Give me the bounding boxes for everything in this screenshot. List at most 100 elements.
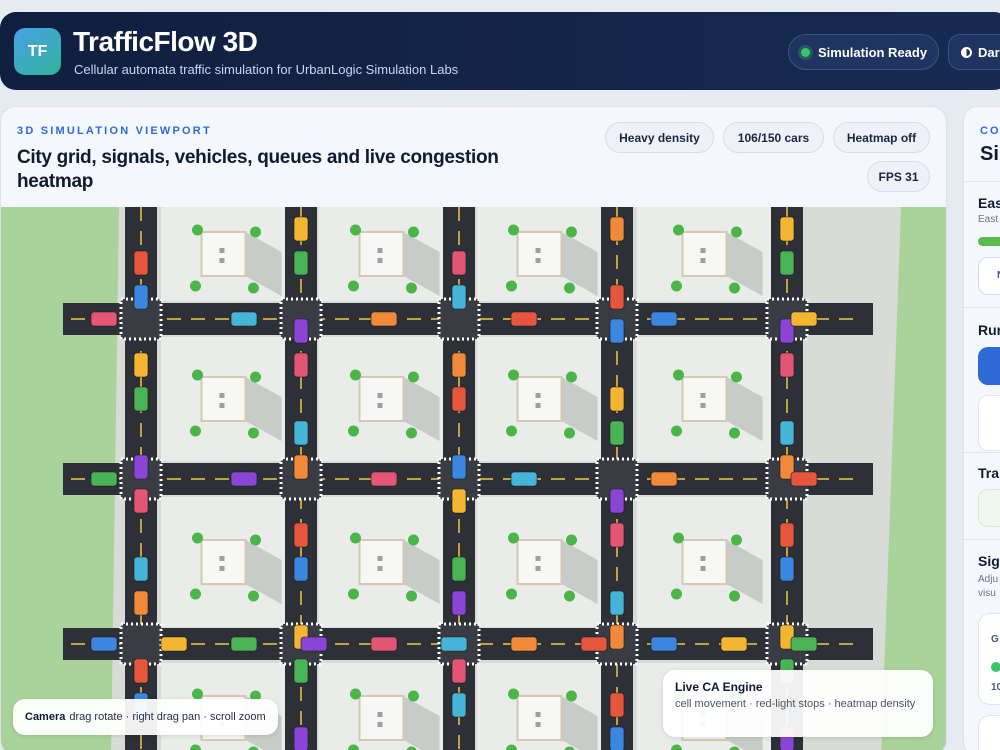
tree bbox=[248, 590, 259, 602]
vehicle bbox=[451, 454, 467, 480]
vehicle bbox=[90, 311, 118, 327]
run-button[interactable] bbox=[978, 347, 1000, 385]
vehicle bbox=[370, 471, 398, 487]
vehicle bbox=[451, 386, 467, 412]
app-header: TF TrafficFlow 3D Cellular automata traf… bbox=[0, 12, 1000, 90]
tree bbox=[408, 371, 419, 383]
signal-card[interactable]: G 10 bbox=[978, 613, 1000, 705]
vehicle bbox=[230, 471, 258, 487]
building-window bbox=[377, 403, 383, 408]
building-window bbox=[535, 722, 541, 727]
vehicle bbox=[300, 636, 328, 652]
vehicle bbox=[90, 636, 118, 652]
vehicle bbox=[609, 284, 625, 310]
vehicle bbox=[779, 216, 795, 242]
vehicle bbox=[293, 352, 309, 378]
vehicle bbox=[133, 556, 149, 582]
tree bbox=[673, 532, 684, 544]
tree bbox=[192, 532, 203, 544]
vehicle bbox=[510, 311, 538, 327]
building bbox=[200, 539, 247, 585]
vehicle bbox=[720, 636, 748, 652]
camera-hint-label: Camera bbox=[25, 711, 66, 723]
signal-card-label: G bbox=[991, 634, 999, 645]
tree bbox=[731, 226, 742, 238]
building-window bbox=[377, 258, 383, 263]
panel-title: Si bbox=[980, 143, 999, 165]
tree bbox=[192, 224, 203, 236]
building bbox=[358, 231, 405, 277]
vehicle bbox=[779, 522, 795, 548]
vehicle bbox=[609, 692, 625, 718]
vehicle bbox=[230, 636, 258, 652]
building-window bbox=[535, 248, 541, 253]
building-window bbox=[700, 248, 706, 253]
tree bbox=[190, 280, 201, 292]
vehicle bbox=[451, 556, 467, 582]
building-window bbox=[377, 722, 383, 727]
vehicle bbox=[510, 471, 538, 487]
building-window bbox=[377, 712, 383, 717]
building bbox=[516, 376, 563, 422]
vehicle bbox=[609, 318, 625, 344]
building-window bbox=[535, 403, 541, 408]
tree bbox=[408, 534, 419, 546]
theme-toggle-label: Dar bbox=[978, 44, 1000, 60]
building-window bbox=[377, 393, 383, 398]
tree bbox=[673, 224, 684, 236]
tree bbox=[508, 688, 519, 700]
section-signals-sub-1: Adju bbox=[978, 574, 999, 585]
vehicle bbox=[133, 488, 149, 514]
tree bbox=[564, 282, 575, 294]
building-window bbox=[219, 556, 225, 561]
simulation-canvas[interactable] bbox=[1, 207, 947, 750]
tree bbox=[348, 425, 359, 437]
vehicle bbox=[580, 636, 608, 652]
tree bbox=[190, 425, 201, 437]
tree bbox=[564, 590, 575, 602]
section-run-label: Rur bbox=[978, 322, 1000, 338]
tree bbox=[508, 532, 519, 544]
vehicle bbox=[451, 692, 467, 718]
vehicle bbox=[133, 658, 149, 684]
tree bbox=[350, 688, 361, 700]
intersection bbox=[121, 624, 161, 664]
building-window bbox=[535, 556, 541, 561]
vehicle bbox=[133, 454, 149, 480]
building-window bbox=[535, 393, 541, 398]
tree bbox=[248, 427, 259, 439]
camera-controls-hint: Camera drag rotate · right drag pan · sc… bbox=[13, 699, 278, 735]
simulation-viewport-card: 3D SIMULATION VIEWPORT City grid, signal… bbox=[0, 106, 947, 750]
section-traffic-label: Tra bbox=[978, 465, 1000, 481]
tree bbox=[348, 588, 359, 600]
building bbox=[681, 539, 728, 585]
building-window bbox=[219, 566, 225, 571]
vehicle bbox=[451, 590, 467, 616]
tree bbox=[729, 282, 740, 294]
signal-card-2[interactable] bbox=[978, 715, 1000, 750]
density-chip: Heavy density bbox=[605, 122, 714, 153]
tree bbox=[250, 534, 261, 546]
city-grid-render[interactable] bbox=[1, 207, 947, 750]
vehicle bbox=[609, 624, 625, 650]
section-signals-sub-2: visu bbox=[978, 588, 996, 599]
vehicle bbox=[790, 636, 818, 652]
vehicle bbox=[293, 522, 309, 548]
building-window bbox=[700, 403, 706, 408]
car-count-chip: 106/150 cars bbox=[723, 122, 824, 153]
building bbox=[516, 231, 563, 277]
tree bbox=[508, 369, 519, 381]
simulation-status-badge: Simulation Ready bbox=[788, 34, 939, 70]
progress-bar bbox=[978, 237, 1000, 246]
tree bbox=[506, 280, 517, 292]
tree bbox=[673, 369, 684, 381]
secondary-run-button[interactable] bbox=[978, 395, 1000, 451]
building-window bbox=[377, 566, 383, 571]
toggle-knob[interactable] bbox=[991, 662, 1000, 672]
building bbox=[681, 231, 728, 277]
mode-button[interactable]: N bbox=[978, 257, 1000, 295]
tree bbox=[406, 282, 417, 294]
vehicle bbox=[609, 522, 625, 548]
theme-toggle-button[interactable]: Dar bbox=[948, 34, 1000, 70]
vehicle bbox=[133, 250, 149, 276]
